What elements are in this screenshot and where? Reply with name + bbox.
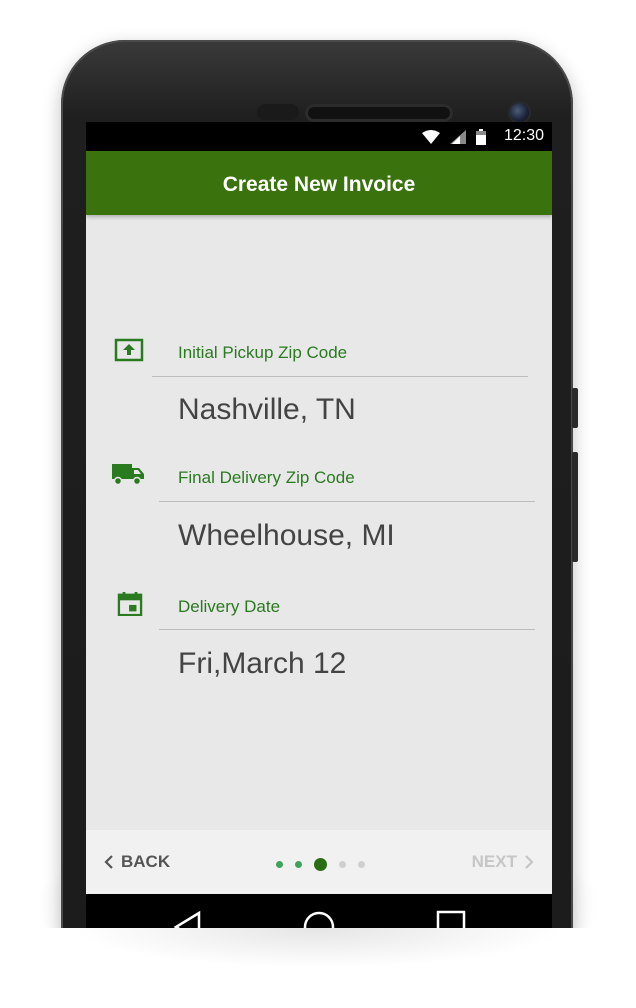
date-field-label: Delivery Date: [178, 597, 281, 616]
step-dot: [276, 861, 283, 868]
pickup-field-underline: [152, 376, 528, 377]
wizard-footer: BACK NEXT: [86, 830, 552, 894]
next-button[interactable]: NEXT: [472, 852, 534, 872]
step-indicator: [276, 858, 365, 871]
battery-icon: [476, 129, 486, 145]
wifi-icon: [422, 130, 440, 144]
next-button-label: NEXT: [471, 852, 517, 871]
date-field-underline: [159, 629, 535, 630]
pickup-field-label: Initial Pickup Zip Code: [178, 343, 348, 362]
proximity-sensor: [257, 104, 299, 120]
status-icons: [422, 127, 486, 147]
bottom-crop-shadow: [70, 928, 566, 968]
step-dot: [339, 861, 346, 868]
back-button[interactable]: BACK: [104, 852, 170, 872]
pickup-field-value[interactable]: Nashville, TN: [178, 393, 356, 427]
status-time: 12:30: [503, 127, 544, 144]
chevron-right-icon: [525, 855, 534, 869]
calendar-icon: [117, 592, 143, 616]
step-dot: [295, 861, 302, 868]
date-field-value[interactable]: Fri,March 12: [178, 647, 346, 681]
chevron-left-icon: [104, 855, 113, 869]
phone-screen: 12:30 Create New Invoice Initial Pickup …: [86, 122, 552, 928]
power-button: [572, 452, 578, 562]
front-camera: [510, 103, 529, 122]
delivery-field-label: Final Delivery Zip Code: [178, 468, 355, 487]
back-triangle-icon[interactable]: [172, 910, 202, 928]
system-nav-bar: [86, 894, 552, 928]
back-button-label: BACK: [121, 852, 171, 871]
earpiece-speaker: [305, 104, 453, 122]
recents-square-icon[interactable]: [436, 910, 466, 928]
delivery-field-underline: [159, 501, 535, 502]
step-dot-current: [314, 858, 327, 871]
pickup-box-icon: [114, 338, 144, 362]
status-bar: 12:30: [86, 122, 552, 151]
step-dot: [358, 861, 365, 868]
home-circle-icon[interactable]: [302, 910, 336, 928]
truck-icon: [112, 464, 144, 486]
volume-button: [572, 388, 578, 428]
app-bar: Create New Invoice: [86, 151, 552, 215]
signal-icon: [450, 130, 466, 144]
page-title: Create New Invoice: [222, 173, 416, 196]
delivery-field-value[interactable]: Wheelhouse, MI: [178, 519, 395, 553]
